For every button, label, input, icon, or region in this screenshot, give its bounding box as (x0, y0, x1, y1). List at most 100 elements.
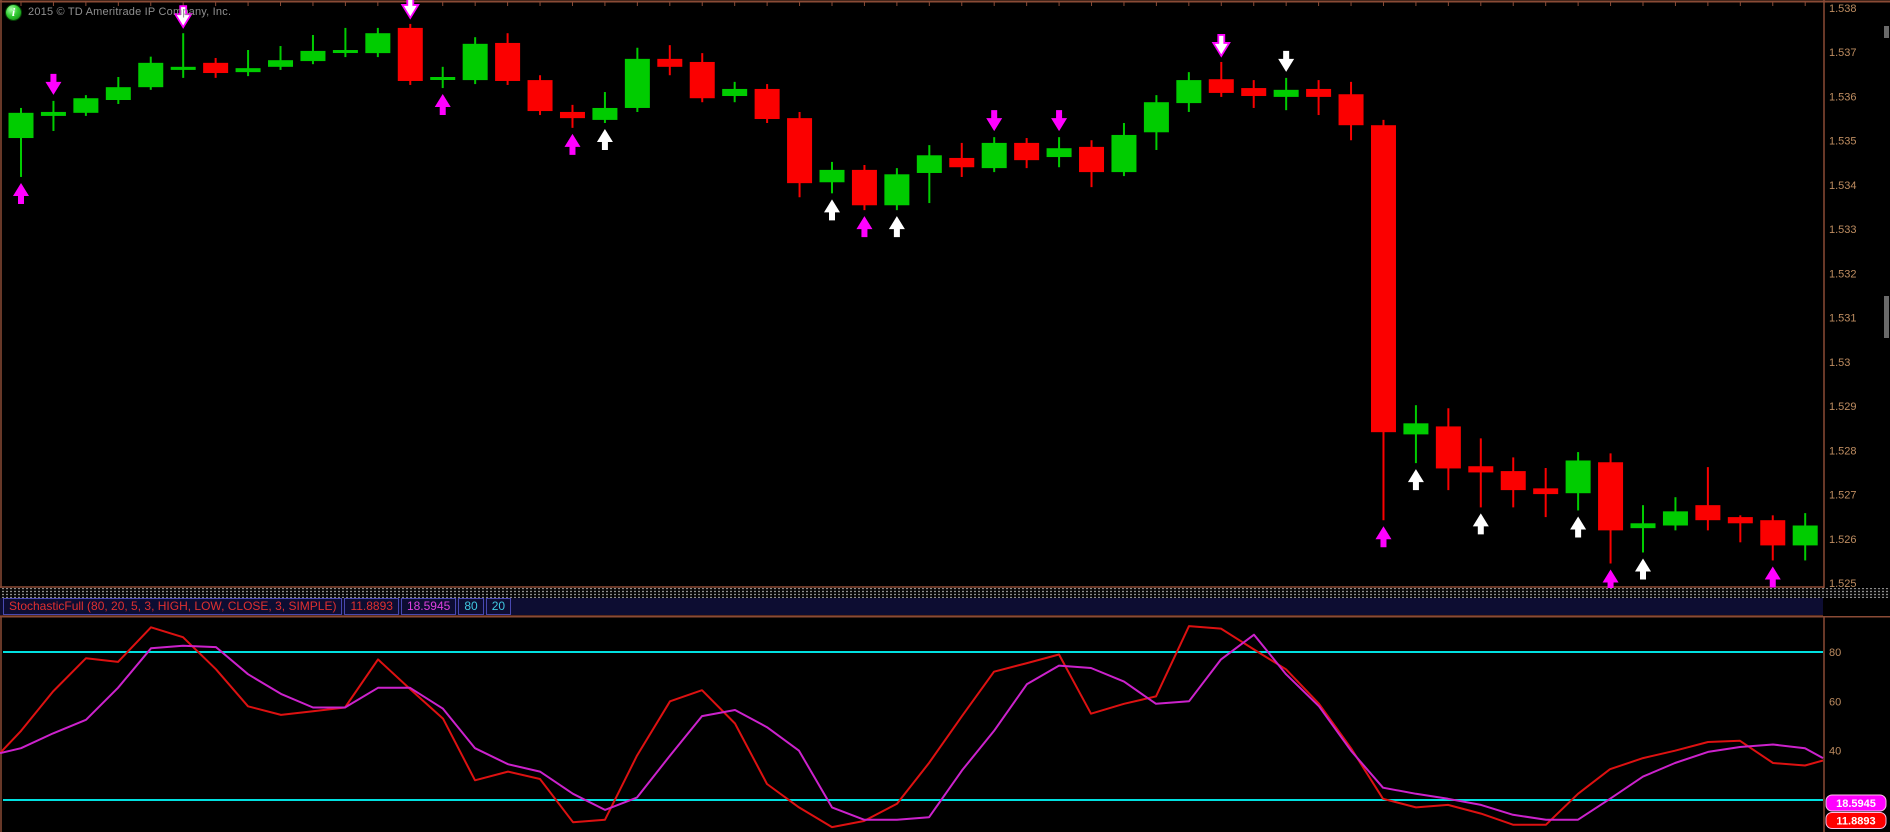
candle-body (787, 118, 812, 183)
candle-body (625, 59, 650, 108)
candle-body (365, 33, 390, 53)
candles[interactable] (9, 24, 1818, 564)
stoch-line-fullk (0, 626, 1823, 827)
candle-body (333, 50, 358, 53)
right-edge-scrollbar[interactable] (1884, 0, 1890, 832)
candle-body (690, 62, 715, 98)
price-chart-panel[interactable]: 1.5381.5371.5361.5351.5341.5331.5321.531… (0, 0, 1890, 588)
candle-body (1793, 526, 1818, 546)
down-arrow-signal-icon (1213, 35, 1229, 56)
stochastic-chart-panel[interactable]: 806040 18.5945 11.8893 (0, 616, 1890, 832)
study-value: 80 (458, 598, 483, 615)
up-arrow-signal-icon (13, 183, 29, 204)
candle-body (592, 108, 617, 120)
up-arrow-signal-icon (856, 216, 872, 237)
candle-body (1241, 88, 1266, 96)
chart-info-bar: i 2015 © TD Ameritrade IP Company, Inc. (5, 3, 231, 21)
up-arrow-signal-icon (597, 129, 613, 150)
candle-body (268, 60, 293, 67)
svg-text:1.536: 1.536 (1829, 91, 1857, 103)
candle-body (203, 63, 228, 73)
candle-body (1663, 511, 1688, 525)
candle-body (73, 98, 98, 113)
candle-body (1079, 147, 1104, 172)
candle-body (820, 170, 845, 182)
candle-body (1468, 466, 1493, 472)
candle-body (1014, 143, 1039, 160)
up-arrow-signal-icon (824, 199, 840, 220)
svg-text:1.53: 1.53 (1829, 357, 1850, 369)
candle-body (1209, 79, 1234, 93)
candle-body (236, 68, 261, 72)
stoch-line-fulld (0, 635, 1823, 820)
down-arrow-signal-icon (1278, 51, 1294, 72)
price-axis[interactable]: 1.5381.5371.5361.5351.5341.5331.5321.531… (1829, 3, 1857, 588)
candle-body (1047, 148, 1072, 157)
up-arrow-signal-icon (1375, 526, 1391, 547)
candle-body (300, 51, 325, 61)
candle-body (495, 43, 520, 81)
candle-body (1695, 505, 1720, 520)
svg-text:11.8893: 11.8893 (1836, 816, 1875, 828)
copyright-text: 2015 © TD Ameritrade IP Company, Inc. (28, 6, 231, 18)
candle-body (9, 113, 34, 138)
candle-body (1760, 520, 1785, 545)
up-arrow-signal-icon (564, 134, 580, 155)
candle-body (171, 67, 196, 70)
candle-body (852, 170, 877, 205)
svg-text:1.532: 1.532 (1829, 268, 1857, 280)
svg-text:1.531: 1.531 (1829, 313, 1857, 325)
svg-text:1.535: 1.535 (1829, 136, 1857, 148)
down-arrow-signal-icon (986, 110, 1002, 131)
stochastic-study-header: StochasticFull (80, 20, 5, 3, HIGH, LOW,… (0, 598, 1823, 616)
trading-chart-window: 1.5381.5371.5361.5351.5341.5331.5321.531… (0, 0, 1890, 832)
candle-body (1501, 471, 1526, 490)
svg-text:1.538: 1.538 (1829, 3, 1857, 15)
candle-body (398, 28, 423, 81)
svg-text:80: 80 (1829, 647, 1841, 659)
candle-body (1306, 89, 1331, 97)
stoch-value-bubbles: 18.5945 11.8893 (1826, 795, 1886, 829)
signal-arrows (13, 0, 1781, 588)
down-arrow-signal-icon (45, 74, 61, 95)
study-value: 11.8893 (344, 598, 399, 615)
svg-text:1.528: 1.528 (1829, 445, 1857, 457)
study-value: 20 (486, 598, 511, 615)
candle-body (657, 59, 682, 67)
up-arrow-signal-icon (1408, 469, 1424, 490)
candle-body (106, 87, 131, 100)
svg-text:1.533: 1.533 (1829, 224, 1857, 236)
candle-body (1176, 80, 1201, 103)
up-arrow-signal-icon (889, 216, 905, 237)
scrollbar-thumb[interactable] (1884, 26, 1889, 38)
candle-body (138, 63, 163, 87)
stoch-axis[interactable]: 806040 (1829, 647, 1841, 758)
up-arrow-signal-icon (1765, 566, 1781, 587)
study-label[interactable]: StochasticFull (80, 20, 5, 3, HIGH, LOW,… (3, 598, 342, 615)
svg-text:18.5945: 18.5945 (1836, 798, 1876, 810)
candle-body (982, 143, 1007, 168)
up-arrow-signal-icon (1570, 516, 1586, 537)
candle-body (949, 158, 974, 167)
svg-text:40: 40 (1829, 746, 1841, 758)
candle-body (1144, 102, 1169, 132)
svg-text:1.537: 1.537 (1829, 47, 1857, 59)
up-arrow-signal-icon (1603, 570, 1619, 588)
candle-body (430, 77, 455, 80)
scrollbar-thumb[interactable] (1884, 296, 1889, 338)
candle-body (755, 89, 780, 119)
candle-body (1111, 135, 1136, 172)
panel-splitter-handle[interactable] (0, 588, 1890, 598)
svg-text:1.526: 1.526 (1829, 534, 1857, 546)
candle-body (41, 112, 66, 116)
up-arrow-signal-icon (1473, 513, 1489, 534)
info-icon[interactable]: i (5, 4, 22, 21)
up-arrow-signal-icon (1635, 558, 1651, 579)
svg-text:1.529: 1.529 (1829, 401, 1857, 413)
candle-body (528, 80, 553, 111)
candle-body (1403, 423, 1428, 434)
candle-body (1371, 125, 1396, 432)
candle-body (560, 112, 585, 118)
candle-body (1274, 90, 1299, 97)
candle-body (1598, 462, 1623, 530)
